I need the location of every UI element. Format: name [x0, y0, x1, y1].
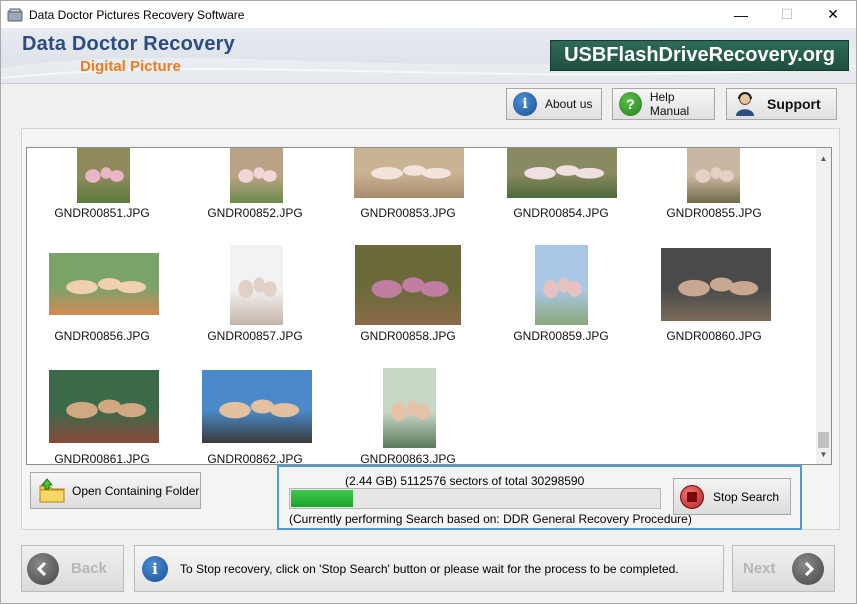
info-panel: i To Stop recovery, click on 'Stop Searc… — [134, 545, 724, 592]
scroll-up-icon[interactable]: ▲ — [816, 150, 831, 166]
stop-icon — [680, 484, 704, 509]
photo-preview — [355, 245, 461, 325]
photo-preview — [535, 245, 588, 325]
app-window: Data Doctor Pictures Recovery Software —… — [0, 0, 857, 604]
support-agent-icon — [736, 92, 754, 116]
help-manual-button[interactable]: ? Help Manual — [612, 88, 715, 120]
file-name-label: GNDR00862.JPG — [207, 452, 303, 465]
file-name-label: GNDR00860.JPG — [666, 329, 762, 343]
question-icon: ? — [619, 92, 642, 116]
file-name-label: GNDR00856.JPG — [54, 329, 150, 343]
app-icon — [7, 8, 23, 21]
file-name-label: GNDR00859.JPG — [513, 329, 609, 343]
about-us-label: About us — [545, 97, 593, 111]
stop-search-button[interactable]: Stop Search — [673, 478, 791, 515]
support-button[interactable]: Support — [726, 88, 837, 120]
search-progress-panel: (2.44 GB) 5112576 sectors of total 30298… — [277, 465, 802, 530]
photo-preview — [383, 368, 436, 448]
recovered-files-gallery[interactable]: GNDR00851.JPG GNDR00852.JPG GNDR00853.JPG G… — [26, 147, 817, 465]
open-folder-label: Open Containing Folder — [72, 483, 200, 498]
info-icon: i — [513, 92, 537, 116]
progress-bar — [289, 488, 661, 509]
support-label: Support — [767, 96, 821, 112]
photo-preview — [354, 148, 464, 198]
photo-preview — [661, 248, 771, 321]
file-name-label: GNDR00851.JPG — [54, 206, 150, 220]
photo-preview — [687, 148, 740, 203]
header-banner: Data Doctor Recovery Digital Picture USB… — [1, 28, 856, 84]
next-button[interactable]: Next — [732, 545, 835, 592]
file-name-label: GNDR00854.JPG — [513, 206, 609, 220]
scroll-down-icon[interactable]: ▼ — [816, 446, 831, 462]
file-name-label: GNDR00857.JPG — [207, 329, 303, 343]
photo-preview — [230, 245, 283, 325]
brand-subtitle: Digital Picture — [80, 58, 181, 75]
sectors-readout: (2.44 GB) 5112576 sectors of total 30298… — [345, 474, 585, 488]
maximize-button[interactable]: ☐ — [764, 1, 810, 28]
help-manual-label: Help Manual — [649, 90, 690, 118]
photo-preview — [49, 253, 159, 315]
close-button[interactable]: ✕ — [810, 1, 856, 28]
file-name-label: GNDR00855.JPG — [666, 206, 762, 220]
site-badge[interactable]: USBFlashDriveRecovery.org — [550, 40, 849, 71]
open-containing-folder-button[interactable]: Open Containing Folder — [30, 472, 201, 509]
window-title: Data Doctor Pictures Recovery Software — [29, 7, 245, 22]
back-button[interactable]: Back — [21, 545, 124, 592]
info-message: To Stop recovery, click on 'Stop Search'… — [180, 561, 679, 576]
photo-preview — [77, 148, 130, 203]
photo-preview — [230, 148, 283, 203]
photo-preview — [507, 148, 617, 198]
photo-preview — [202, 370, 312, 443]
gallery-scrollbar[interactable]: ▲ ▼ — [816, 147, 832, 465]
arrow-left-icon — [27, 552, 59, 585]
file-name-label: GNDR00853.JPG — [360, 206, 456, 220]
file-name-label: GNDR00863.JPG — [360, 452, 456, 465]
title-bar: Data Doctor Pictures Recovery Software —… — [1, 1, 856, 28]
file-name-label: GNDR00858.JPG — [360, 329, 456, 343]
photo-preview — [49, 370, 159, 443]
search-status-text: (Currently performing Search based on: D… — [289, 512, 692, 526]
back-label: Back — [71, 560, 107, 577]
brand-title: Data Doctor Recovery — [22, 33, 235, 55]
minimize-button[interactable]: — — [718, 1, 764, 28]
progress-fill — [291, 490, 353, 507]
next-label: Next — [743, 560, 776, 577]
folder-icon — [39, 477, 65, 502]
arrow-right-icon — [791, 552, 824, 585]
file-name-label: GNDR00852.JPG — [207, 206, 303, 220]
about-us-button[interactable]: i About us — [506, 88, 602, 120]
stop-search-label: Stop Search — [713, 489, 780, 504]
info-icon: i — [142, 555, 168, 582]
file-name-label: GNDR00861.JPG — [54, 452, 150, 465]
